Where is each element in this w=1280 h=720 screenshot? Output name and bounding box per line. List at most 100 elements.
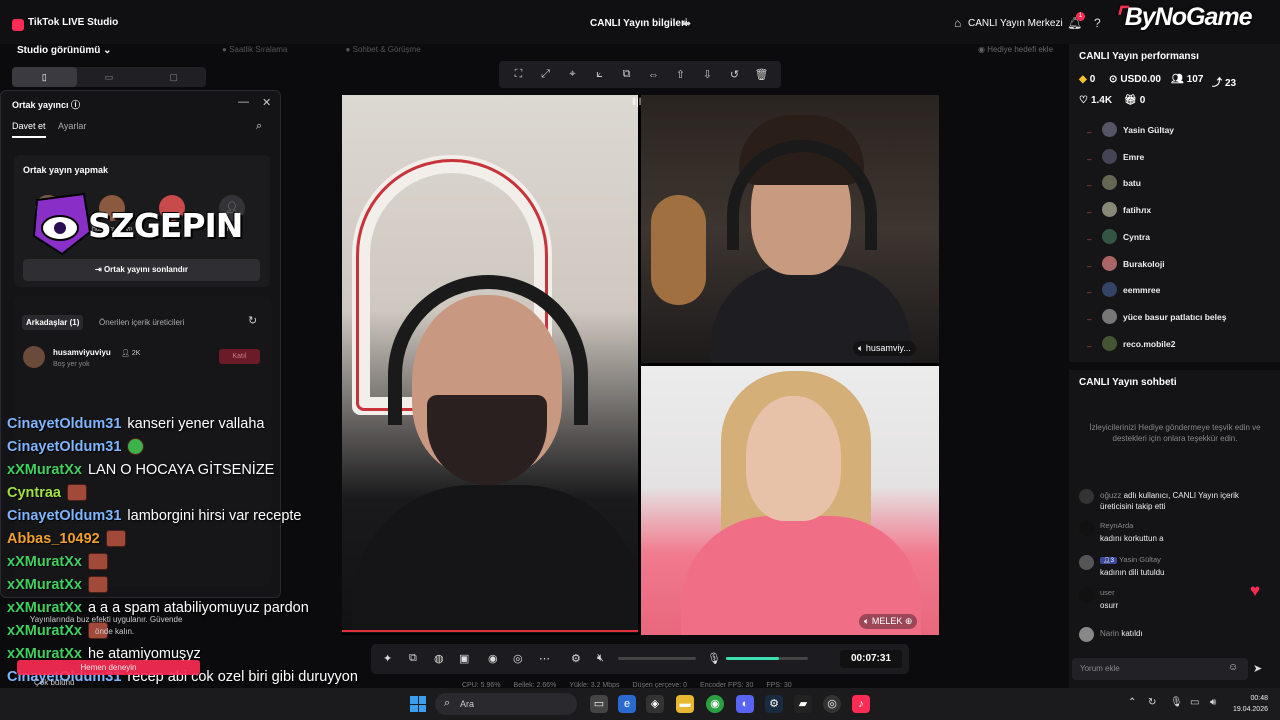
monitor-icon[interactable]: ▭: [1190, 697, 1199, 708]
friend-status: Boş yer yok: [53, 361, 90, 368]
try-now-button[interactable]: Hemen deneyin: [17, 660, 200, 675]
task-view-icon[interactable]: ▭: [590, 695, 608, 713]
obs-icon[interactable]: ◎: [823, 695, 841, 713]
chat-text: LAN O HOCAYA GİTSENİZE: [87, 461, 275, 478]
tiktok-studio-icon[interactable]: ♪: [852, 695, 870, 713]
overlay-chat-line: CinayetOldum31 kanseri yener vallaha: [7, 412, 387, 435]
minimize-icon[interactable]: —: [238, 96, 249, 108]
magic-icon[interactable]: ✦: [383, 652, 392, 665]
scene-tab-ranking[interactable]: ● Saatlik Sıralama: [222, 45, 315, 54]
layout-other-tab[interactable]: ▢: [141, 67, 206, 87]
chrome-icon[interactable]: ◉: [706, 695, 724, 713]
tab-suggested-creators[interactable]: Önerilen içerik üreticileri: [95, 315, 188, 330]
viewer-row[interactable]: – reco.mobile2: [1087, 335, 1267, 356]
camera-icon[interactable]: ◎: [513, 652, 523, 665]
mic-icon[interactable]: 🎙︎: [707, 652, 721, 665]
emote-icon: [127, 438, 145, 455]
refresh-icon[interactable]: ↻: [248, 314, 257, 327]
scene-tab-chat[interactable]: ● Sohbet & Görüşme: [346, 45, 449, 54]
record-icon[interactable]: ◉: [488, 652, 498, 665]
live-info-button[interactable]: CANLI Yayın bilgileri: [590, 18, 688, 29]
canvas-toolbar: ⛶ ⤢ ⌖ ⟀ ⧉ ⇔ ⇧ ⇩ ↺ 🗑: [499, 61, 781, 88]
viewer-row[interactable]: – Burakoloji: [1087, 255, 1267, 276]
volume-icon[interactable]: 🔊︎: [1210, 697, 1216, 708]
dash-icon: –: [1087, 288, 1092, 298]
toolbar-tool-icon[interactable]: ⤢: [537, 68, 555, 81]
mic-slider[interactable]: [726, 657, 808, 660]
layout-portrait-tab[interactable]: ▯: [12, 67, 77, 87]
guest-video-feed[interactable]: 🔈︎ MELEK ⊕: [641, 366, 939, 635]
edge-icon[interactable]: e: [618, 695, 636, 713]
tab-friends[interactable]: Arkadaşlar (1): [22, 315, 84, 330]
viewer-row[interactable]: – Emre: [1087, 148, 1267, 169]
discord-icon[interactable]: ◐: [736, 695, 754, 713]
tab-invite[interactable]: Davet et: [12, 121, 46, 138]
main-video-feed[interactable]: [342, 95, 638, 633]
viewer-row[interactable]: – batu: [1087, 175, 1267, 195]
help-icon[interactable]: ?: [1094, 16, 1101, 30]
viewer-row[interactable]: – fatihлx: [1087, 202, 1267, 222]
toolbar-tool-icon[interactable]: ⇔: [645, 69, 663, 81]
sync-icon[interactable]: ↻: [1148, 697, 1156, 708]
toolbar-tool-icon[interactable]: ⌖: [564, 68, 582, 81]
search-icon[interactable]: ⌕: [256, 120, 262, 133]
toolbar-tool-icon[interactable]: ↺: [726, 68, 744, 81]
emoji-icon[interactable]: ☺: [1228, 662, 1238, 673]
overlay-chat-line: Cyntraa: [7, 481, 387, 504]
gift-goal-button[interactable]: ◉ Hediye hedefi ekle: [978, 45, 1053, 54]
guest-video-feed[interactable]: 🔈︎ husamviy...: [641, 95, 939, 363]
taskbar-search[interactable]: ⌕ Ara: [435, 693, 577, 715]
settings-sliders-icon[interactable]: ⚙: [571, 652, 581, 665]
toolbar-tool-icon[interactable]: ⟀: [591, 68, 609, 81]
close-icon[interactable]: ✕: [262, 96, 271, 109]
users-icon: 👥︎: [1171, 74, 1184, 85]
notification-badge: 1: [1076, 12, 1085, 21]
tab-settings[interactable]: Ayarlar: [58, 121, 86, 131]
app-icon[interactable]: ▰: [794, 695, 812, 713]
toolbar-tool-icon[interactable]: ⛶: [510, 68, 528, 81]
overlay-chat-line: CinayetOldum31 lamborgini hirsi var recep…: [7, 504, 387, 527]
steam-icon[interactable]: ⚙: [765, 695, 783, 713]
mic-icon[interactable]: 🎙︎: [1170, 697, 1183, 708]
viewer-row[interactable]: – eemmree: [1087, 282, 1267, 302]
viewer-row[interactable]: – Yasin Gültay: [1087, 122, 1267, 142]
toolbar-tool-icon[interactable]: 🗑: [753, 68, 771, 81]
likes-metric: ♡ 1.4K: [1079, 95, 1113, 106]
more-icon[interactable]: ⋯: [539, 652, 550, 665]
overlay-icon[interactable]: ▣: [459, 652, 469, 665]
volume-slider[interactable]: [618, 657, 696, 660]
viewer-row[interactable]: – Cyntra: [1087, 228, 1267, 249]
app-icon[interactable]: ◈: [646, 695, 664, 713]
live-chat-panel: CANLI Yayın sohbeti İzleyicilerinizi Hed…: [1069, 370, 1280, 688]
chat-username: CinayetOldum31: [7, 415, 122, 432]
join-button[interactable]: Katıl: [219, 349, 260, 364]
live-center-button[interactable]: CANLI Yayın Merkezi: [968, 18, 1063, 29]
viewer-name: Burakoloji: [1123, 258, 1165, 269]
avatar: [1102, 175, 1117, 191]
end-cohost-button[interactable]: ⇥ Ortak yayını sonlandır: [23, 259, 260, 281]
windows-start-icon[interactable]: [410, 696, 426, 712]
dash-icon: –: [1087, 128, 1092, 137]
comment-input[interactable]: Yorum ekle ☺: [1072, 658, 1248, 680]
toolbar-tool-icon[interactable]: ⧉: [618, 68, 636, 81]
sticker-icon[interactable]: ◍: [434, 652, 444, 665]
toolbar-tool-icon[interactable]: ⇧: [672, 68, 690, 81]
brand-overlay: SZGEPIN: [32, 192, 243, 258]
guest-label: 🔈︎ MELEK ⊕: [859, 614, 918, 629]
tray-chevron-icon[interactable]: ⌃: [1128, 697, 1136, 708]
overlay-chat-line: xXMuratXx LAN O HOCAYA GİTSENİZE: [7, 458, 387, 481]
send-icon[interactable]: ➤: [1253, 662, 1262, 675]
viewer-row[interactable]: – yüce basur patlatıcı beleş: [1087, 308, 1267, 329]
chat-text: kanseri yener vallaha: [127, 415, 265, 432]
mute-speaker-icon[interactable]: 🔇︎: [597, 652, 604, 665]
effects-icon[interactable]: ⧉: [409, 652, 417, 665]
home-icon[interactable]: ⌂: [954, 16, 961, 30]
studio-view-dropdown[interactable]: Studio görünümü ⌄: [17, 45, 112, 56]
toolbar-tool-icon[interactable]: ⇩: [699, 68, 717, 81]
viewer-name: batu: [1123, 178, 1141, 189]
share-icon[interactable]: ➦: [682, 17, 691, 30]
folder-icon[interactable]: ▬: [676, 695, 694, 713]
users-icon: [1079, 489, 1094, 504]
layout-landscape-tab[interactable]: ▭: [77, 67, 142, 87]
mic-level-fill: [726, 657, 780, 660]
